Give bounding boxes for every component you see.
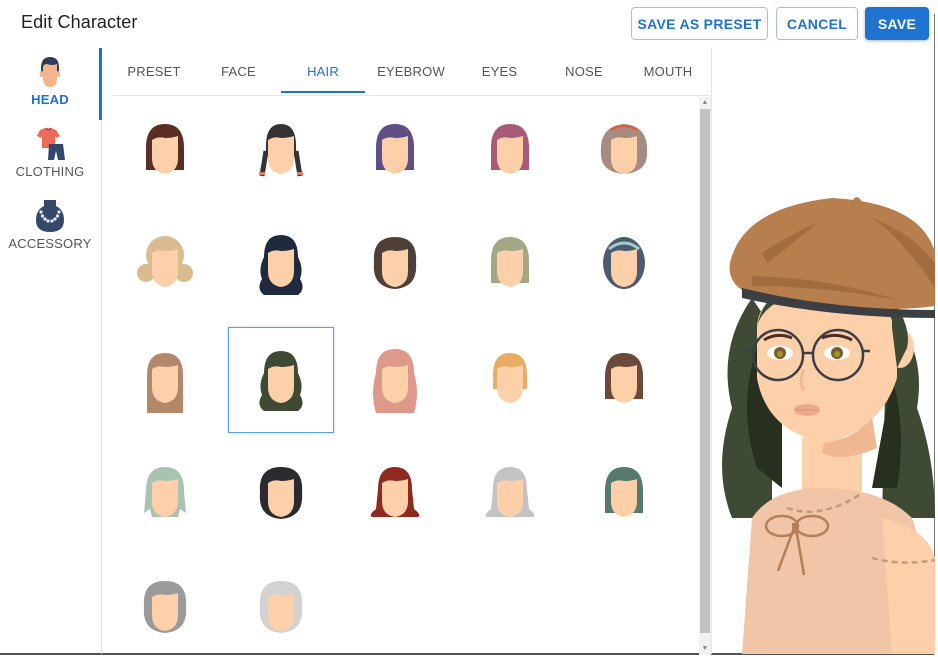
tab-hair[interactable]: HAIR: [281, 48, 365, 94]
category-label: HEAD: [31, 92, 69, 107]
hair-style-icon: [259, 235, 303, 295]
grid-scrollbar[interactable]: ▲ ▼: [699, 97, 711, 655]
dialog-title: Edit Character: [21, 12, 138, 32]
hair-style-icon: [493, 353, 527, 403]
hair-option-selected[interactable]: [228, 327, 334, 433]
necklace-icon: [36, 200, 64, 232]
hair-style-icon: [491, 237, 529, 287]
tab-preset[interactable]: PRESET: [112, 48, 196, 94]
hair-style-icon: [605, 353, 643, 403]
hair-option[interactable]: [342, 327, 448, 433]
hair-style-icon: [137, 236, 193, 287]
hair-option[interactable]: [228, 441, 334, 547]
save-as-preset-button[interactable]: SAVE AS PRESET: [631, 7, 768, 40]
hair-style-icon: [259, 581, 303, 633]
hair-style-icon: [491, 124, 529, 174]
hair-option[interactable]: [112, 211, 218, 317]
hair-style-icon: [603, 237, 645, 289]
hair-option[interactable]: [457, 98, 563, 204]
hair-option[interactable]: [112, 441, 218, 547]
hair-option[interactable]: [571, 327, 677, 433]
hair-style-icon: [370, 467, 420, 517]
hair-option[interactable]: [228, 555, 334, 655]
hair-style-icon: [605, 467, 643, 517]
hair-option[interactable]: [342, 98, 448, 204]
hair-option[interactable]: [457, 441, 563, 547]
hair-style-icon: [259, 351, 303, 411]
scroll-up-arrow-icon[interactable]: ▲: [699, 97, 711, 109]
hair-style-icon: [146, 124, 184, 174]
hair-option[interactable]: [342, 211, 448, 317]
hair-option[interactable]: [112, 327, 218, 433]
hair-style-icon: [376, 124, 414, 174]
category-label: ACCESSORY: [8, 236, 92, 251]
scrollbar-thumb[interactable]: [700, 109, 710, 633]
tab-mouth[interactable]: MOUTH: [626, 48, 710, 94]
scroll-down-arrow-icon[interactable]: ▼: [699, 643, 711, 655]
character-illustration: [722, 197, 935, 654]
tab-nose[interactable]: NOSE: [542, 48, 626, 94]
hair-style-icon: [144, 467, 186, 517]
tab-eyes[interactable]: EYES: [457, 48, 542, 94]
category-label: CLOTHING: [15, 164, 85, 179]
hair-style-icon: [259, 467, 303, 519]
hair-style-icon: [143, 581, 187, 633]
hair-option[interactable]: [112, 98, 218, 204]
character-preview: [712, 48, 935, 654]
tshirt-shorts-icon: [37, 127, 65, 160]
hair-option[interactable]: [228, 211, 334, 317]
hair-style-icon: [259, 124, 303, 177]
hair-style-icon: [373, 237, 417, 289]
cancel-button[interactable]: CANCEL: [776, 7, 858, 40]
hair-option[interactable]: [112, 555, 218, 655]
hair-style-icon: [373, 349, 417, 413]
hair-option[interactable]: [457, 327, 563, 433]
hair-option[interactable]: [457, 211, 563, 317]
hair-option[interactable]: [342, 441, 448, 547]
head-icon: [40, 57, 60, 87]
tab-eyebrow[interactable]: EYEBROW: [365, 48, 457, 94]
active-tab-indicator: [281, 91, 365, 93]
hair-style-icon: [147, 353, 183, 413]
hair-option[interactable]: [228, 98, 334, 204]
hair-option[interactable]: [571, 441, 677, 547]
hair-options-grid: [112, 97, 698, 655]
hair-style-icon: [485, 467, 535, 517]
tab-face[interactable]: FACE: [196, 48, 281, 94]
category-head[interactable]: HEAD: [0, 54, 100, 107]
feature-tabs: PRESET FACE HAIR EYEBROW EYES NOSE MOUTH: [112, 48, 710, 96]
edit-character-dialog: Edit Character SAVE AS PRESET CANCEL SAV…: [0, 0, 938, 657]
hair-option[interactable]: [571, 98, 677, 204]
category-accessory[interactable]: ACCESSORY: [0, 198, 100, 251]
save-button[interactable]: SAVE: [865, 7, 929, 40]
category-clothing[interactable]: CLOTHING: [0, 126, 100, 179]
hair-style-icon: [600, 124, 648, 174]
hair-option[interactable]: [571, 211, 677, 317]
